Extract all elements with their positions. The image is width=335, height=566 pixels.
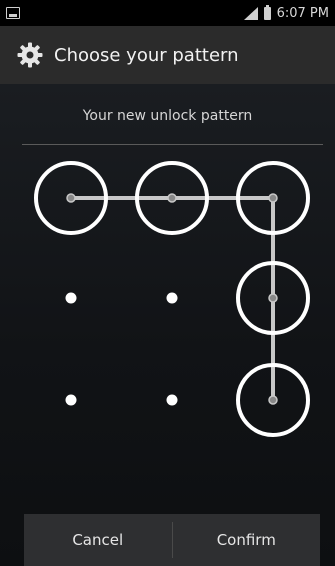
gear-icon — [17, 42, 43, 68]
pattern-node-center — [268, 193, 278, 203]
pattern-node-4[interactable] — [65, 292, 77, 304]
pattern-node-dot — [65, 394, 77, 406]
pattern-setup-screen: 6:07 PM Choose your pattern Your new unl… — [0, 0, 335, 566]
pattern-node-center — [167, 193, 177, 203]
pattern-node-5[interactable] — [166, 292, 178, 304]
pattern-node-center — [268, 395, 278, 405]
notification-icon — [6, 7, 20, 19]
pattern-node-8[interactable] — [166, 394, 178, 406]
battery-icon — [263, 4, 271, 20]
signal-icon — [243, 6, 258, 20]
pattern-node-7[interactable] — [65, 394, 77, 406]
confirm-button[interactable]: Confirm — [173, 514, 321, 566]
pattern-node-center — [66, 193, 76, 203]
pattern-node-center — [268, 293, 278, 303]
pattern-node-dot — [166, 394, 178, 406]
pattern-node-dot — [65, 292, 77, 304]
pattern-node-dot — [166, 292, 178, 304]
cancel-button[interactable]: Cancel — [24, 514, 172, 566]
status-bar: 6:07 PM — [0, 0, 335, 26]
button-bar: Cancel Confirm — [24, 514, 320, 566]
pattern-content: Your new unlock pattern Cancel Confirm — [0, 84, 335, 566]
page-title: Choose your pattern — [54, 44, 239, 66]
action-bar: Choose your pattern — [0, 26, 335, 84]
status-time: 6:07 PM — [276, 5, 329, 21]
pattern-grid[interactable] — [0, 84, 335, 484]
